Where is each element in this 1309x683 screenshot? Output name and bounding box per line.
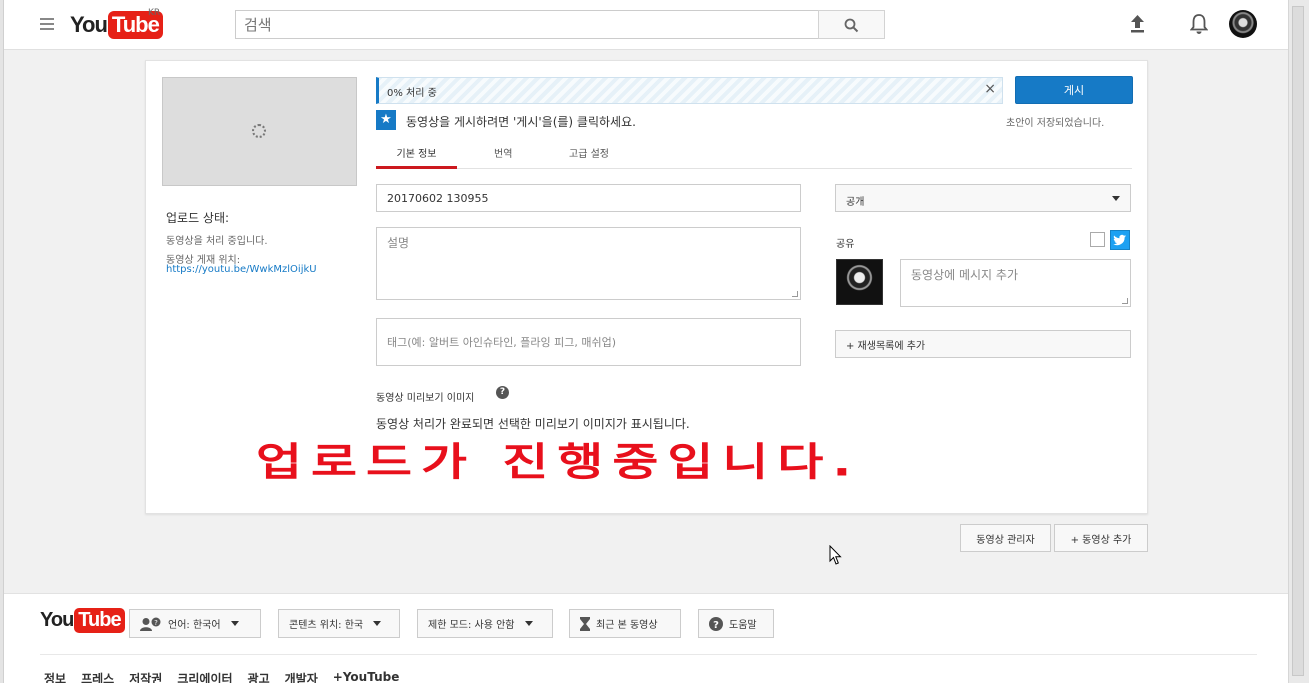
logo-you-text: You: [40, 609, 74, 631]
footer-youtube-logo[interactable]: You Tube: [40, 608, 125, 633]
logo-you-text: You: [70, 12, 108, 37]
help-icon[interactable]: ?: [496, 386, 509, 399]
cancel-upload-icon[interactable]: ×: [984, 81, 996, 97]
chevron-down-icon: [373, 621, 382, 626]
window-frame-left: [0, 0, 4, 683]
upload-card: 업로드 상태: 동영상을 처리 중입니다. 동영상 게재 위치: https:/…: [145, 60, 1148, 514]
tab-translation[interactable]: 번역: [494, 145, 512, 169]
restricted-mode-button[interactable]: 제한 모드: 사용 안함: [417, 609, 553, 638]
privacy-select[interactable]: 공개: [835, 184, 1131, 212]
tags-input[interactable]: [376, 318, 801, 366]
resize-grip-icon[interactable]: [792, 291, 798, 297]
language-label: 언어: 한국어: [168, 620, 221, 631]
footer-link-plus-youtube[interactable]: +YouTube: [333, 670, 400, 683]
chevron-down-icon: [1112, 196, 1120, 201]
scrollbar-thumb[interactable]: [1292, 6, 1304, 676]
video-manager-button[interactable]: 동영상 관리자: [960, 524, 1051, 552]
notification-bell-icon[interactable]: [1190, 13, 1208, 35]
language-button[interactable]: ? 언어: 한국어: [129, 609, 261, 638]
video-link[interactable]: https://youtu.be/WwkMzlOijkU: [166, 264, 317, 275]
add-video-button[interactable]: + 동영상 추가: [1054, 524, 1148, 552]
masthead: You Tube KR: [4, 0, 1288, 50]
account-avatar[interactable]: [1229, 10, 1257, 38]
chevron-down-icon: [230, 621, 239, 626]
footer-link-copyright[interactable]: 저작권: [129, 670, 162, 683]
search-bar: [235, 10, 885, 39]
svg-text:?: ?: [154, 619, 158, 627]
menu-icon[interactable]: [40, 18, 54, 30]
share-twitter-checkbox[interactable]: [1090, 232, 1105, 247]
footer-link-advertise[interactable]: 광고: [248, 670, 270, 683]
footer-divider: [40, 654, 1257, 655]
overlay-annotation: 업로드가 진행중입니다.: [256, 439, 861, 485]
share-label: 공유: [836, 239, 855, 250]
thumbnail-section-label: 동영상 미리보기 이미지: [376, 393, 475, 404]
language-icon: ?: [140, 617, 162, 631]
search-button[interactable]: [818, 10, 885, 39]
location-button[interactable]: 콘텐츠 위치: 한국: [278, 609, 400, 638]
video-thumbnail-placeholder: [162, 77, 357, 186]
help-button[interactable]: ? 도움말: [698, 609, 774, 638]
publish-hint: 동영상을 게시하려면 '게시'을(를) 클릭하세요.: [406, 115, 636, 129]
share-message-input[interactable]: [900, 259, 1131, 307]
privacy-select-value: 공개: [846, 197, 865, 208]
details-tabs: 기본 정보 번역 고급 설정: [376, 141, 1132, 169]
share-account-avatar: [836, 259, 883, 305]
description-input[interactable]: [376, 227, 801, 300]
title-input[interactable]: [376, 184, 801, 212]
add-to-playlist-button[interactable]: + 재생목록에 추가: [835, 330, 1131, 358]
footer-link-press[interactable]: 프레스: [81, 670, 114, 683]
upload-status-title: 업로드 상태:: [166, 211, 230, 225]
history-button[interactable]: 최근 본 동영상: [569, 609, 681, 638]
location-label: 콘텐츠 위치: 한국: [289, 620, 364, 631]
history-label: 최근 본 동영상: [596, 620, 658, 631]
twitter-icon[interactable]: [1110, 230, 1130, 250]
resize-grip-icon[interactable]: [1122, 298, 1128, 304]
draft-saved-status: 초안이 저장되었습니다.: [1006, 118, 1105, 129]
search-icon: [844, 18, 859, 33]
footer-links: 정보 프레스 저작권 크리에이터 광고 개발자 +YouTube: [44, 670, 414, 683]
footer: You Tube ? 언어: 한국어 콘텐츠 위치: 한국 제한 모드: 사용 …: [4, 593, 1288, 683]
loading-spinner-icon: [252, 124, 266, 138]
footer-link-developers[interactable]: 개발자: [285, 670, 318, 683]
svg-text:?: ?: [713, 620, 719, 631]
mouse-cursor-icon: [829, 545, 842, 565]
progress-text: 0% 처리 중: [387, 88, 437, 99]
help-label: 도움말: [729, 620, 757, 631]
upload-icon[interactable]: [1129, 14, 1146, 33]
footer-link-about[interactable]: 정보: [44, 670, 66, 683]
thumbnail-hint: 동영상 처리가 완료되면 선택한 미리보기 이미지가 표시됩니다.: [376, 417, 690, 431]
chevron-down-icon: [524, 621, 533, 626]
restricted-mode-label: 제한 모드: 사용 안함: [428, 620, 515, 631]
processing-progress-bar: 0% 처리 중 ×: [376, 77, 1003, 104]
star-icon: ★: [376, 110, 396, 130]
footer-link-creators[interactable]: 크리에이터: [177, 670, 232, 683]
region-code: KR: [148, 8, 161, 18]
upload-status-text: 동영상을 처리 중입니다.: [166, 236, 268, 247]
help-icon: ?: [709, 616, 723, 631]
hourglass-icon: [580, 616, 590, 631]
tab-advanced-settings[interactable]: 고급 설정: [569, 145, 609, 169]
tab-basic-info[interactable]: 기본 정보: [376, 145, 457, 169]
logo-tube-text: Tube: [74, 608, 125, 633]
search-input[interactable]: [235, 10, 819, 39]
publish-button[interactable]: 게시: [1015, 76, 1133, 104]
youtube-logo[interactable]: You Tube KR: [70, 8, 163, 39]
